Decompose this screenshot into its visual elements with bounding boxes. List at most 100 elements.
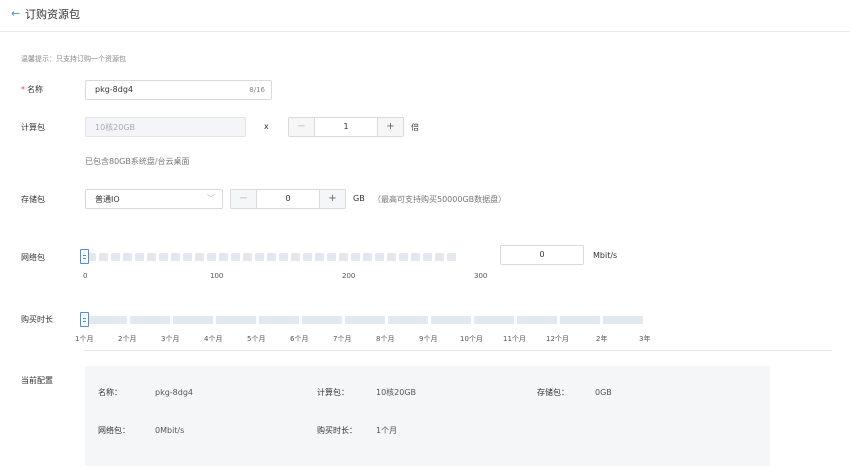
compute-minus-button[interactable]: − [289,118,315,136]
duration-slider-segment[interactable] [216,316,256,324]
network-slider-segment[interactable] [183,253,192,261]
network-slider-segment[interactable] [255,253,264,261]
page-title: 订购资源包 [25,8,80,21]
duration-slider-segment[interactable] [302,316,342,324]
network-slider-track[interactable] [87,253,456,261]
network-slider-segment[interactable] [423,253,432,261]
network-slider-segment[interactable] [399,253,408,261]
network-slider-segment[interactable] [339,253,348,261]
summary-name: 名称： pkg-8dg4 [98,388,194,397]
name-input[interactable]: pkg-8dg4 8/16 [85,80,272,100]
duration-slider-segment[interactable] [87,316,127,324]
summary-panel: 名称： pkg-8dg4 计算包： 10核20GB 存储包： 0GB 网络包： 0Mbi… [85,366,770,466]
network-tick: 0 [83,272,88,280]
network-slider-segment[interactable] [387,253,396,261]
network-slider-segment[interactable] [435,253,444,261]
duration-slider-segment[interactable] [560,316,600,324]
network-bandwidth-input[interactable]: 0 [500,245,584,265]
section-divider [84,350,832,351]
name-char-count: 8/16 [249,86,265,94]
duration-option[interactable]: 8个月 [376,334,394,344]
storage-type-select[interactable]: 普通IO ﹀ [85,189,223,209]
duration-slider-segment[interactable] [517,316,557,324]
network-slider-segment[interactable] [159,253,168,261]
storage-quantity-stepper[interactable]: − 0 + [230,189,346,209]
duration-label: 购买时长 [21,315,53,324]
duration-option[interactable]: 10个月 [460,334,483,344]
summary-duration: 购买时长： 1个月 [317,426,398,435]
network-slider-segment[interactable] [243,253,252,261]
network-bandwidth-value: 0 [539,250,545,259]
duration-option[interactable]: 11个月 [503,334,526,344]
network-label: 网络包 [21,253,45,262]
duration-slider-segment[interactable] [388,316,428,324]
duration-slider-segment[interactable] [474,316,514,324]
duration-option[interactable]: 5个月 [247,334,265,344]
duration-slider-segment[interactable] [431,316,471,324]
compute-plus-button[interactable]: + [377,118,403,136]
compute-label: 计算包 [21,123,45,132]
network-tick: 200 [342,272,356,280]
storage-note: （最高可支持购买50000GB数据盘） [373,195,507,204]
duration-option[interactable]: 3个月 [161,334,179,344]
duration-option[interactable]: 3年 [639,334,650,344]
compute-unit: 倍 [411,123,419,132]
duration-slider-segment[interactable] [603,316,643,324]
network-slider-segment[interactable] [231,253,240,261]
duration-option[interactable]: 6个月 [290,334,308,344]
network-slider-segment[interactable] [411,253,420,261]
network-slider-segment[interactable] [123,253,132,261]
network-slider-segment[interactable] [207,253,216,261]
network-slider-handle[interactable] [80,249,89,264]
network-slider-segment[interactable] [327,253,336,261]
name-label: * 名称 [21,85,43,94]
network-slider-segment[interactable] [147,253,156,261]
network-slider-segment[interactable] [279,253,288,261]
duration-option[interactable]: 1个月 [75,334,93,344]
page-header: ← 订购资源包 [0,0,850,32]
network-slider-segment[interactable] [291,253,300,261]
network-tick: 100 [210,272,224,280]
duration-slider-segment[interactable] [130,316,170,324]
network-slider-segment[interactable] [219,253,228,261]
duration-slider-segment[interactable] [345,316,385,324]
duration-option[interactable]: 7个月 [333,334,351,344]
summary-storage: 存储包： 0GB [537,388,612,397]
duration-slider-track[interactable] [87,316,643,324]
duration-slider-segment[interactable] [259,316,299,324]
storage-unit: GB [353,194,365,203]
network-slider-segment[interactable] [303,253,312,261]
storage-minus-button[interactable]: − [231,190,257,208]
duration-option[interactable]: 2个月 [118,334,136,344]
duration-option[interactable]: 12个月 [546,334,569,344]
chevron-down-icon: ﹀ [207,194,215,203]
duration-option[interactable]: 2年 [596,334,607,344]
network-slider-segment[interactable] [351,253,360,261]
network-slider-segment[interactable] [135,253,144,261]
duration-option[interactable]: 4个月 [204,334,222,344]
compute-spec-value: 10核20GB [95,123,136,132]
compute-quantity-value[interactable]: 1 [315,118,377,136]
network-slider-segment[interactable] [375,253,384,261]
name-input-value: pkg-8dg4 [95,85,134,94]
storage-plus-button[interactable]: + [319,190,345,208]
network-slider-segment[interactable] [111,253,120,261]
compute-note: 已包含80GB系统盘/台云桌面 [85,157,190,166]
times-sign: x [264,122,269,131]
storage-label: 存储包 [21,195,45,204]
duration-slider-handle[interactable] [80,312,89,327]
duration-slider-segment[interactable] [173,316,213,324]
network-slider-segment[interactable] [267,253,276,261]
network-slider-segment[interactable] [171,253,180,261]
network-slider-segment[interactable] [195,253,204,261]
network-unit: Mbit/s [593,251,618,260]
storage-quantity-value[interactable]: 0 [257,190,319,208]
network-tick: 300 [474,272,488,280]
arrow-left-icon[interactable]: ← [11,7,20,20]
network-slider-segment[interactable] [363,253,372,261]
compute-quantity-stepper[interactable]: − 1 + [288,117,404,137]
network-slider-segment[interactable] [99,253,108,261]
duration-option[interactable]: 9个月 [419,334,437,344]
network-slider-segment[interactable] [447,253,456,261]
network-slider-segment[interactable] [315,253,324,261]
